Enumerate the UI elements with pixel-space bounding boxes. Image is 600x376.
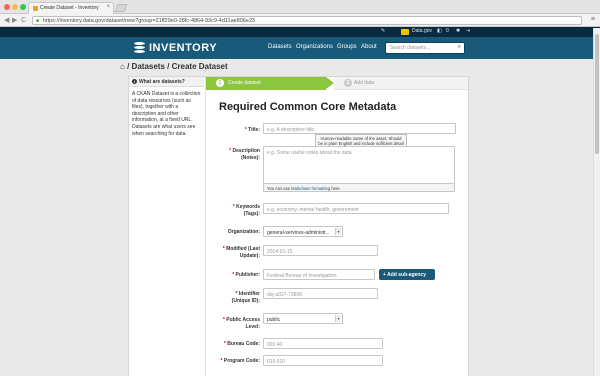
publisher-label: * Publisher: xyxy=(232,272,260,278)
add-subagency-button[interactable]: + Add sub-agency xyxy=(379,269,435,280)
close-window-button[interactable] xyxy=(4,4,10,10)
access-level-label: * Public Access Level: xyxy=(222,317,260,330)
database-icon xyxy=(134,41,145,55)
bureau-code-label: * Bureau Code: xyxy=(223,341,260,347)
minimize-window-button[interactable] xyxy=(12,4,18,10)
nav-datasets[interactable]: Datasets xyxy=(268,44,292,50)
settings-icon[interactable]: ✱ xyxy=(456,28,460,35)
nav-organizations[interactable]: Organizations xyxy=(296,44,333,50)
tab-close-icon[interactable]: × xyxy=(106,4,110,10)
breadcrumb-create-dataset[interactable]: Create Dataset xyxy=(172,62,228,71)
nav-groups[interactable]: Groups xyxy=(337,44,357,50)
stage-label: Add data xyxy=(354,80,375,86)
breadcrumb-separator: / xyxy=(127,62,130,71)
nav-about[interactable]: About xyxy=(361,44,377,50)
scrollbar-thumb[interactable] xyxy=(595,34,599,154)
keywords-label: * Keywords (Tags): xyxy=(232,204,260,217)
program-code-label: * Program Code: xyxy=(220,358,260,364)
program-code-input[interactable]: 015:010 xyxy=(263,355,383,366)
forward-icon[interactable]: ▶ xyxy=(12,16,17,25)
organization-label: Organization: xyxy=(227,229,260,235)
stage-arrow xyxy=(326,77,334,89)
publisher-input[interactable]: Federal Bureau of Investigation xyxy=(263,269,375,280)
stage-label: Create dataset xyxy=(228,80,261,86)
zoom-window-button[interactable] xyxy=(20,4,26,10)
modified-input[interactable]: 2014-01-15 xyxy=(263,245,378,256)
markdown-hint: You can use Markdown formatting here xyxy=(263,184,455,192)
chevron-down-icon: ▾ xyxy=(335,228,341,235)
browser-menu-icon[interactable]: ≡ xyxy=(591,16,595,24)
browser-tab[interactable]: Create Dataset - Inventory × xyxy=(28,2,114,14)
organization-select[interactable]: general-services-administr... ▾ xyxy=(263,226,343,237)
favicon-icon xyxy=(33,6,38,11)
stage-create-dataset: 1 Create dataset xyxy=(206,77,326,90)
search-icon[interactable]: ⌕ xyxy=(458,44,461,51)
logo-text: INVENTORY xyxy=(149,42,218,54)
url-text: https://inventory.data.gov/dataset/new?g… xyxy=(43,18,256,24)
title-input[interactable]: e.g. A descriptive title xyxy=(263,123,456,134)
title-label: * Title: xyxy=(244,127,260,133)
sidebar-divider xyxy=(205,77,206,376)
info-icon: i xyxy=(132,79,137,84)
sysadmin-icon[interactable]: ✎ xyxy=(381,28,385,35)
home-icon[interactable]: ⌂ xyxy=(120,62,125,71)
identifier-input[interactable]: doj-a327-73808 xyxy=(263,288,378,299)
breadcrumb-separator: / xyxy=(167,62,170,71)
org-logo-icon xyxy=(401,29,409,35)
stage-number-2: 2 xyxy=(344,79,352,87)
modified-label: * Modified (Last Update): xyxy=(222,246,260,259)
logout-icon[interactable]: ⇥ xyxy=(466,28,470,35)
plus-icon: + xyxy=(383,271,386,278)
description-textarea[interactable]: e.g. Some useful notes about the data xyxy=(263,146,455,184)
lock-icon: ■ xyxy=(36,18,40,24)
breadcrumb-datasets[interactable]: Datasets xyxy=(132,62,165,71)
address-bar[interactable]: ■ https://inventory.data.gov/dataset/new… xyxy=(32,16,582,25)
form-title: Required Common Core Metadata xyxy=(219,101,397,113)
browser-tab-strip: Create Dataset - Inventory × xyxy=(0,0,600,14)
notification-count[interactable]: 0 xyxy=(446,28,449,35)
reload-icon[interactable]: C xyxy=(21,16,26,25)
sidebar-description: A CKAN Dataset is a collection of data r… xyxy=(132,91,201,137)
description-label: * Description (Notes): xyxy=(229,148,260,161)
site-logo[interactable]: INVENTORY xyxy=(134,40,217,56)
account-bar: ✎ Data.gov ◧ 0 ✱ ⇥ xyxy=(0,27,600,37)
bureau-code-input[interactable]: 001:40 xyxy=(263,338,383,349)
chevron-down-icon: ▾ xyxy=(335,315,341,322)
sidebar-heading: i What are datasets? xyxy=(129,77,204,87)
sidebar-heading-text: What are datasets? xyxy=(139,79,185,85)
breadcrumb: ⌂ / Datasets / Create Dataset xyxy=(120,62,228,71)
markdown-link[interactable]: Markdown formatting xyxy=(291,186,330,191)
back-icon[interactable]: ◀ xyxy=(4,16,9,25)
stage-add-data: 2 Add data xyxy=(334,77,468,90)
account-name-link[interactable]: Data.gov xyxy=(412,28,432,35)
new-tab-button[interactable] xyxy=(114,4,128,12)
search-placeholder: Search datasets... xyxy=(390,45,431,51)
keywords-input[interactable]: e.g. economy, mental health, government xyxy=(263,203,449,214)
page-scrollbar[interactable] xyxy=(593,28,600,376)
search-input[interactable]: Search datasets... ⌕ xyxy=(385,42,465,54)
identifier-label: * Identifier (Unique ID): xyxy=(231,291,260,304)
access-level-select[interactable]: public ▾ xyxy=(263,313,343,324)
stage-number-1: 1 xyxy=(216,79,224,87)
dashboard-icon[interactable]: ◧ xyxy=(437,28,442,35)
masthead: INVENTORY Datasets Organizations Groups … xyxy=(0,37,600,59)
browser-toolbar: ◀ ▶ C ■ https://inventory.data.gov/datas… xyxy=(0,14,600,27)
tab-title: Create Dataset - Inventory xyxy=(40,5,99,11)
